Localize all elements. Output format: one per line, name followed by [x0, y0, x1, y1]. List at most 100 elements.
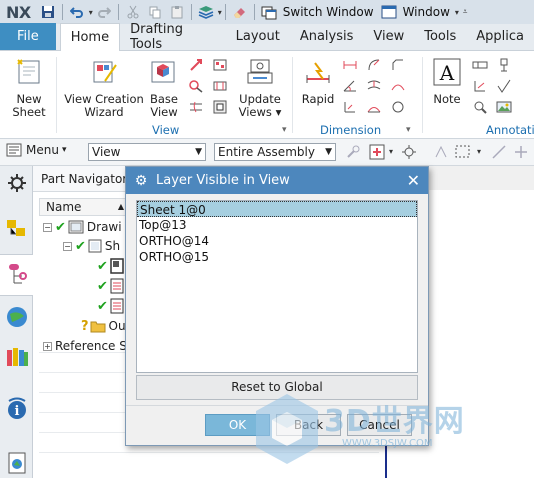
undo-dropdown-icon[interactable]: ▾: [89, 8, 93, 17]
customize-quick-access-icon[interactable]: ⩡: [463, 7, 468, 17]
feature-parameters-icon[interactable]: [390, 99, 406, 115]
dialog-title: Layer Visible in View: [156, 173, 290, 188]
update-views-button[interactable]: Update Views ▾: [238, 57, 282, 119]
window-menu-dropdown-icon[interactable]: ▾: [455, 8, 459, 17]
tab-application[interactable]: Applica: [466, 23, 534, 50]
group-label-view: View: [152, 123, 180, 137]
dimension-group-expand-icon[interactable]: ▾: [406, 125, 411, 135]
tree-row-drawing[interactable]: − ✔ Drawi: [43, 217, 122, 237]
assembly-navigator-icon[interactable]: [4, 216, 30, 242]
roles-icon[interactable]: [4, 450, 30, 476]
layers-icon[interactable]: [197, 3, 215, 21]
feature-control-frame-icon[interactable]: [472, 57, 488, 73]
close-icon[interactable]: ✕: [407, 171, 420, 190]
snap-point-icon[interactable]: [344, 143, 362, 161]
dimension-tools-grid: [342, 57, 408, 115]
select-feature-icon[interactable]: [368, 143, 386, 161]
list-item[interactable]: Top@13: [137, 217, 417, 233]
type-filter-select[interactable]: View ▼: [88, 143, 206, 161]
settings-gear-icon[interactable]: [4, 170, 30, 196]
tree-row-reference-sets[interactable]: + Reference Se: [43, 336, 134, 356]
tab-analysis[interactable]: Analysis: [290, 23, 364, 50]
tree-row-view-2[interactable]: ✔: [97, 276, 124, 296]
save-icon[interactable]: [39, 3, 57, 21]
copy-icon[interactable]: [146, 3, 164, 21]
projected-view-icon[interactable]: [188, 57, 204, 73]
list-item[interactable]: Sheet 1@0: [137, 201, 417, 217]
linear-dimension-icon[interactable]: [342, 57, 358, 73]
reuse-library-icon[interactable]: [4, 344, 30, 370]
tree-row-view-3[interactable]: ✔: [97, 296, 124, 316]
arc-length-dimension-icon[interactable]: [390, 78, 406, 94]
ok-button[interactable]: OK: [205, 414, 270, 436]
tree-row-view-1[interactable]: ✔: [97, 256, 124, 276]
datum-target-icon[interactable]: [472, 78, 488, 94]
broken-view-icon[interactable]: [188, 99, 204, 115]
collapse-icon[interactable]: −: [43, 222, 52, 232]
view-list[interactable]: Sheet 1@0 Top@13 ORTHO@14 ORTHO@15: [136, 200, 418, 373]
select-all-icon[interactable]: [432, 143, 450, 161]
tab-home[interactable]: Home: [59, 23, 121, 51]
information-icon[interactable]: i: [4, 396, 30, 422]
undo-icon[interactable]: [68, 3, 86, 21]
tree-row-outdated[interactable]: ? Ou: [81, 316, 126, 336]
thickness-dimension-icon[interactable]: [366, 78, 382, 94]
back-button[interactable]: Back: [276, 414, 341, 436]
rectangle-select-icon[interactable]: [454, 143, 472, 161]
window-icon[interactable]: [380, 3, 398, 21]
tab-view[interactable]: View: [363, 23, 414, 50]
reset-to-global-button[interactable]: Reset to Global: [136, 375, 418, 400]
web-browser-icon[interactable]: [4, 304, 30, 330]
cut-icon[interactable]: [124, 3, 142, 21]
layers-dropdown-icon[interactable]: ▾: [218, 8, 222, 17]
name-column-header[interactable]: Name ▲: [39, 198, 129, 216]
name-column-label: Name: [46, 200, 82, 214]
new-sheet-button[interactable]: New Sheet: [8, 57, 50, 119]
radial-dimension-icon[interactable]: [366, 57, 382, 73]
rapid-dimension-button[interactable]: Rapid: [298, 57, 338, 106]
tab-file[interactable]: File: [0, 23, 56, 50]
rectangle-select-dropdown-icon[interactable]: ▾: [477, 147, 481, 156]
perimeter-dimension-icon[interactable]: [366, 99, 382, 115]
surface-finish-icon[interactable]: [496, 78, 512, 94]
menu-button[interactable]: Menu ▾: [6, 143, 66, 157]
selection-scope-select[interactable]: Entire Assembly ▼: [214, 143, 336, 161]
point-select-icon[interactable]: [512, 143, 530, 161]
tree-row-sheet[interactable]: − ✔ Sh: [63, 236, 120, 256]
angular-dimension-icon[interactable]: [342, 78, 358, 94]
paste-icon[interactable]: [168, 3, 186, 21]
dialog-settings-gear-icon[interactable]: ⚙: [130, 173, 152, 189]
part-navigator-tab[interactable]: [0, 254, 33, 296]
tab-layout[interactable]: Layout: [226, 23, 290, 50]
ordinate-dimension-icon[interactable]: [342, 99, 358, 115]
line-select-icon[interactable]: [490, 143, 508, 161]
datum-feature-icon[interactable]: [496, 57, 512, 73]
dialog-title-bar[interactable]: ⚙ Layer Visible in View ✕: [126, 167, 428, 194]
section-view-icon[interactable]: [188, 78, 204, 94]
redo-icon[interactable]: [95, 3, 113, 21]
list-item[interactable]: ORTHO@15: [137, 249, 417, 265]
window-menu[interactable]: Window: [403, 5, 450, 19]
weld-symbol-icon[interactable]: [472, 99, 488, 115]
note-button[interactable]: A Note: [428, 57, 466, 106]
view-break-icon[interactable]: [212, 78, 228, 94]
view-boundary-icon[interactable]: [212, 99, 228, 115]
view-creation-wizard-button[interactable]: View Creation Wizard: [64, 57, 144, 119]
list-item[interactable]: ORTHO@14: [137, 233, 417, 249]
expand-icon[interactable]: +: [43, 341, 52, 351]
image-icon[interactable]: [496, 99, 512, 115]
chamfer-dimension-icon[interactable]: [390, 57, 406, 73]
tab-drafting-tools[interactable]: Drafting Tools: [120, 22, 226, 52]
collapse-icon[interactable]: −: [63, 241, 72, 251]
eraser-icon[interactable]: [231, 3, 249, 21]
select-feature-dropdown-icon[interactable]: ▾: [389, 147, 393, 156]
snap-settings-icon[interactable]: [400, 143, 418, 161]
base-view-button[interactable]: Base View: [146, 57, 182, 119]
drawing-icon: [68, 220, 84, 234]
switch-window-icon[interactable]: [260, 3, 278, 21]
cancel-button[interactable]: Cancel: [347, 414, 412, 436]
tab-tools[interactable]: Tools: [414, 23, 466, 50]
detail-view-icon[interactable]: [212, 57, 228, 73]
view-group-expand-icon[interactable]: ▾: [282, 125, 287, 135]
switch-window-label[interactable]: Switch Window: [283, 5, 374, 19]
